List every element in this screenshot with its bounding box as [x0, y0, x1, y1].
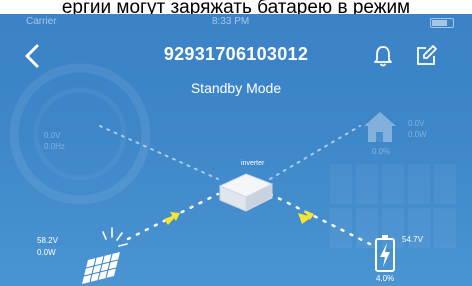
battery-percent: 4.0%: [376, 274, 395, 283]
grid-frequency: 0.0Hz: [44, 142, 65, 151]
flow-line-grid: [99, 125, 219, 180]
energy-flow-diagram: [82, 112, 396, 284]
load-percent: 0.0%: [372, 147, 391, 156]
inverter-label: inverter: [241, 160, 265, 167]
load-voltage: 0.0V: [408, 119, 425, 128]
inverter-icon[interactable]: [218, 173, 274, 212]
solar-panel-icon[interactable]: [82, 227, 128, 284]
flow-line-battery: [268, 192, 372, 246]
app-screen: Carrier 8:33 PM 92931706103012 Standby M…: [0, 14, 472, 286]
flow-line-load: [269, 125, 361, 180]
battery-voltage: 54.7V: [402, 235, 423, 244]
grid-voltage: 0.0V: [44, 131, 61, 140]
solar-voltage: 58.2V: [37, 236, 58, 245]
solar-flow-arrow: [164, 212, 180, 225]
screenshot-frame: ергии могут заряжать батарею в режим Car…: [0, 0, 472, 286]
load-power: 0.0W: [408, 130, 427, 139]
home-load-icon[interactable]: [364, 112, 396, 142]
battery-icon[interactable]: [375, 235, 395, 272]
battery-flow-arrow: [298, 210, 314, 224]
solar-power: 0.0W: [37, 248, 56, 257]
